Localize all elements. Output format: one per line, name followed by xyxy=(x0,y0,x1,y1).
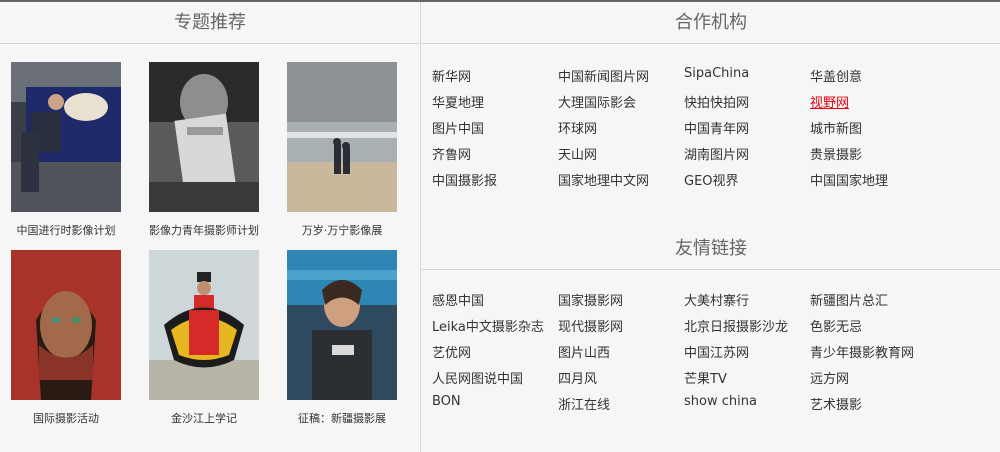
partner-link[interactable]: 城市新图 xyxy=(810,118,862,137)
featured-thumbnail[interactable] xyxy=(287,62,397,212)
featured-thumbnail[interactable] xyxy=(11,62,121,212)
friend-link[interactable]: 远方网 xyxy=(810,368,849,387)
friend-link[interactable]: 浙江在线 xyxy=(558,394,610,413)
friend-link[interactable]: 中国江苏网 xyxy=(684,342,749,361)
featured-caption[interactable]: 中国进行时影像计划 xyxy=(0,222,136,238)
partner-link[interactable]: 湖南图片网 xyxy=(684,144,749,163)
friend-link[interactable]: 青少年摄影教育网 xyxy=(810,342,914,361)
featured-title: 专题推荐 xyxy=(0,2,420,44)
friend-link[interactable]: Leika中文摄影杂志 xyxy=(432,316,544,335)
featured-panel: 专题推荐 中国进行时影像计划 影像力青年摄影师计划 万岁·万宁影像展 国际摄影活… xyxy=(0,2,421,452)
friend-link[interactable]: show china xyxy=(684,394,757,409)
featured-item[interactable]: 征稿：新疆摄影展 xyxy=(287,250,411,425)
friend-link[interactable]: 芒果TV xyxy=(684,368,727,387)
featured-caption[interactable]: 征稿：新疆摄影展 xyxy=(272,410,412,426)
friend-link[interactable]: 北京日报摄影沙龙 xyxy=(684,316,788,335)
featured-item[interactable]: 影像力青年摄影师计划 xyxy=(149,62,273,237)
friend-link[interactable]: 国家摄影网 xyxy=(558,290,623,309)
partner-link[interactable]: 中国摄影报 xyxy=(432,170,497,189)
friend-link[interactable]: 图片山西 xyxy=(558,342,610,361)
featured-caption[interactable]: 国际摄影活动 xyxy=(0,410,136,426)
friend-link[interactable]: 感恩中国 xyxy=(432,290,484,309)
partner-link[interactable]: 齐鲁网 xyxy=(432,144,471,163)
featured-item[interactable]: 国际摄影活动 xyxy=(11,250,135,425)
friend-link[interactable]: 艺优网 xyxy=(432,342,471,361)
featured-caption[interactable]: 万岁·万宁影像展 xyxy=(272,222,412,238)
partner-link[interactable]: 视野网 xyxy=(810,92,849,111)
featured-caption[interactable]: 金沙江上学记 xyxy=(134,410,274,426)
featured-thumbnail[interactable] xyxy=(11,250,121,400)
friends-title: 友情链接 xyxy=(422,228,1000,270)
friend-link[interactable]: 大美村寨行 xyxy=(684,290,749,309)
friend-link[interactable]: 色影无忌 xyxy=(810,316,862,335)
links-panel: 合作机构 新华网 中国新闻图片网 SipaChina 华盖创意华夏地理 大理国际影会 快拍… xyxy=(422,2,1000,452)
partner-link[interactable]: 图片中国 xyxy=(432,118,484,137)
friend-link[interactable]: 艺术摄影 xyxy=(810,394,862,413)
partner-link[interactable]: 国家地理中文网 xyxy=(558,170,649,189)
partner-link[interactable]: 中国新闻图片网 xyxy=(558,66,649,85)
friend-link[interactable]: 新疆图片总汇 xyxy=(810,290,888,309)
partners-title: 合作机构 xyxy=(422,2,1000,44)
friend-link[interactable]: 人民网图说中国 xyxy=(432,368,523,387)
partner-link[interactable]: 大理国际影会 xyxy=(558,92,636,111)
featured-item[interactable]: 中国进行时影像计划 xyxy=(11,62,135,237)
featured-item[interactable]: 万岁·万宁影像展 xyxy=(287,62,411,237)
partner-link[interactable]: 新华网 xyxy=(432,66,471,85)
partner-link[interactable]: 贵景摄影 xyxy=(810,144,862,163)
featured-thumbnail[interactable] xyxy=(287,250,397,400)
friend-link[interactable]: 现代摄影网 xyxy=(558,316,623,335)
featured-thumbnail[interactable] xyxy=(149,250,259,400)
featured-item[interactable]: 金沙江上学记 xyxy=(149,250,273,425)
partner-link[interactable]: 环球网 xyxy=(558,118,597,137)
friend-link[interactable]: 四月风 xyxy=(558,368,597,387)
partner-link[interactable]: SipaChina xyxy=(684,66,749,81)
partner-link[interactable]: 中国国家地理 xyxy=(810,170,888,189)
partner-link[interactable]: 华盖创意 xyxy=(810,66,862,85)
friend-link[interactable]: BON xyxy=(432,394,461,409)
partner-link[interactable]: GEO视界 xyxy=(684,170,739,189)
partner-link[interactable]: 天山网 xyxy=(558,144,597,163)
featured-thumbnail[interactable] xyxy=(149,62,259,212)
partner-link[interactable]: 快拍快拍网 xyxy=(684,92,749,111)
partner-link[interactable]: 中国青年网 xyxy=(684,118,749,137)
partner-link[interactable]: 华夏地理 xyxy=(432,92,484,111)
featured-caption[interactable]: 影像力青年摄影师计划 xyxy=(134,222,274,238)
